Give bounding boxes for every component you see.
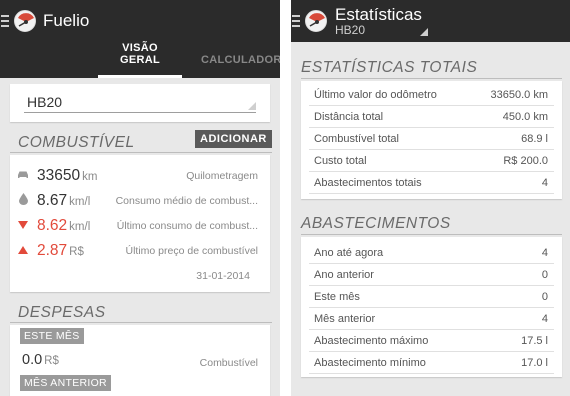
table-row: Ano até agora 4 xyxy=(309,242,554,264)
stat-row-avg-consumption: 8.67 km/l Consumo médio de combust... xyxy=(10,188,270,213)
refuel-card: Ano até agora 4 Ano anterior 0 Este mês … xyxy=(301,237,562,377)
stat-row-last-consumption: 8.62 km/l Último consumo de combust... xyxy=(10,213,270,238)
this-month-amount: 0.0 R$ xyxy=(22,352,59,368)
row-label: Mês anterior xyxy=(314,312,376,325)
table-row: Combustível total 68.9 l xyxy=(309,128,554,150)
menu-icon[interactable] xyxy=(292,15,300,27)
stat-row-odometer: 33650 km Quilometragem xyxy=(10,163,270,188)
row-label: Custo total xyxy=(314,154,367,167)
expense-value: 0.0 xyxy=(22,352,43,368)
stat-description: Último preço de combustível xyxy=(125,244,258,257)
table-row: Abastecimento máximo 17.5 l xyxy=(309,330,554,352)
expense-description: Combustível xyxy=(199,357,258,369)
dropdown-arrow-icon[interactable] xyxy=(248,102,256,110)
stat-unit: km/l xyxy=(69,195,91,208)
row-value: 0 xyxy=(541,268,548,281)
row-value: 33650.0 km xyxy=(490,88,548,101)
stat-value: 33650 xyxy=(37,166,81,184)
stat-unit: km xyxy=(82,170,98,183)
stat-value: 8.62 xyxy=(37,216,68,234)
vehicle-select[interactable]: HB20 xyxy=(27,94,62,110)
row-value: 68.9 l xyxy=(521,132,548,145)
expense-unit: R$ xyxy=(44,355,59,367)
stat-row-last-price: 2.87 R$ Último preço de combustível xyxy=(10,238,270,263)
add-fuel-button[interactable]: ADICIONAR xyxy=(195,130,272,148)
dropdown-arrow-icon[interactable] xyxy=(420,28,428,36)
vehicle-subtitle: HB20 xyxy=(335,22,366,37)
stat-value: 8.67 xyxy=(37,191,68,209)
last-month-label: MÊS ANTERIOR xyxy=(20,375,111,391)
action-bar: Fuelio xyxy=(0,0,280,42)
statistics-screen: Estatísticas HB20 ESTATÍSTICAS TOTAIS Úl… xyxy=(291,0,570,396)
triangle-down-icon xyxy=(17,220,29,232)
totals-card: Último valor do odômetro 33650.0 km Dist… xyxy=(301,81,562,199)
select-underline xyxy=(24,112,256,113)
table-row: Abastecimento mínimo 17.0 l xyxy=(309,352,554,374)
drop-icon xyxy=(17,193,29,208)
stat-description: Último consumo de combust... xyxy=(116,219,258,232)
row-label: Último valor do odômetro xyxy=(314,88,437,101)
row-label: Combustível total xyxy=(314,132,399,145)
stat-value: 2.87 xyxy=(37,241,68,259)
section-divider xyxy=(301,78,562,79)
totals-section-header: ESTATÍSTICAS TOTAIS xyxy=(301,59,478,76)
row-value: 4 xyxy=(541,246,548,259)
fuelio-logo-icon[interactable] xyxy=(305,10,327,32)
table-row: Custo total R$ 200.0 xyxy=(309,150,554,172)
tab-bar: VISÃO GERAL CALCULADORA xyxy=(0,42,280,78)
overview-screen: Fuelio VISÃO GERAL CALCULADORA HB20 COMB… xyxy=(0,0,280,396)
row-value: 4 xyxy=(541,176,548,189)
row-label: Este mês xyxy=(314,290,360,303)
table-row: Mês anterior 4 xyxy=(309,308,554,330)
expenses-section-header: DESPESAS xyxy=(18,304,106,321)
stat-description: Quilometragem xyxy=(186,169,258,182)
section-divider xyxy=(10,152,272,153)
fuelio-logo-icon[interactable] xyxy=(14,10,36,32)
row-label: Abastecimentos totais xyxy=(314,176,422,189)
row-value: 17.0 l xyxy=(521,356,548,369)
title-block[interactable]: Estatísticas HB20 xyxy=(335,4,422,37)
app-title: Fuelio xyxy=(43,11,90,30)
expenses-card: ESTE MÊS 0.0 R$ Combustível MÊS ANTERIOR xyxy=(10,325,270,396)
table-row: Último valor do odômetro 33650.0 km xyxy=(309,84,554,106)
table-row: Este mês 0 xyxy=(309,286,554,308)
row-value: 450.0 km xyxy=(502,110,548,123)
row-label: Ano até agora xyxy=(314,246,384,259)
section-divider xyxy=(301,234,562,235)
table-row: Abastecimentos totais 4 xyxy=(309,172,554,194)
row-value: 4 xyxy=(541,312,548,325)
tab-calculator[interactable]: CALCULADORA xyxy=(201,54,280,78)
tab-overview[interactable]: VISÃO GERAL xyxy=(99,42,181,78)
row-label: Distância total xyxy=(314,110,384,123)
refuel-section-header: ABASTECIMENTOS xyxy=(301,215,451,232)
menu-icon[interactable] xyxy=(1,15,9,27)
row-label: Abastecimento máximo xyxy=(314,334,429,347)
row-value: R$ 200.0 xyxy=(503,154,548,167)
vehicle-select-card: HB20 xyxy=(10,84,270,122)
car-icon xyxy=(17,170,29,182)
row-value: 17.5 l xyxy=(521,334,548,347)
section-divider xyxy=(10,322,272,323)
fuel-card: 33650 km Quilometragem 8.67 km/l Consumo m… xyxy=(10,155,270,292)
last-fuel-date: 31-01-2014 xyxy=(196,270,250,282)
this-month-label: ESTE MÊS xyxy=(20,328,84,344)
row-label: Ano anterior xyxy=(314,268,374,281)
row-label: Abastecimento mínimo xyxy=(314,356,426,369)
active-tab-indicator xyxy=(98,75,182,78)
row-value: 0 xyxy=(541,290,548,303)
stat-unit: R$ xyxy=(69,245,84,258)
table-row: Ano anterior 0 xyxy=(309,264,554,286)
table-row: Distância total 450.0 km xyxy=(309,106,554,128)
triangle-up-icon xyxy=(17,245,29,257)
fuel-section-header: COMBUSTÍVEL xyxy=(18,134,135,151)
action-bar: Estatísticas HB20 xyxy=(291,0,570,42)
stat-unit: km/l xyxy=(69,220,91,233)
screen-title: Estatísticas xyxy=(335,4,422,24)
stat-description: Consumo médio de combust... xyxy=(115,194,258,207)
